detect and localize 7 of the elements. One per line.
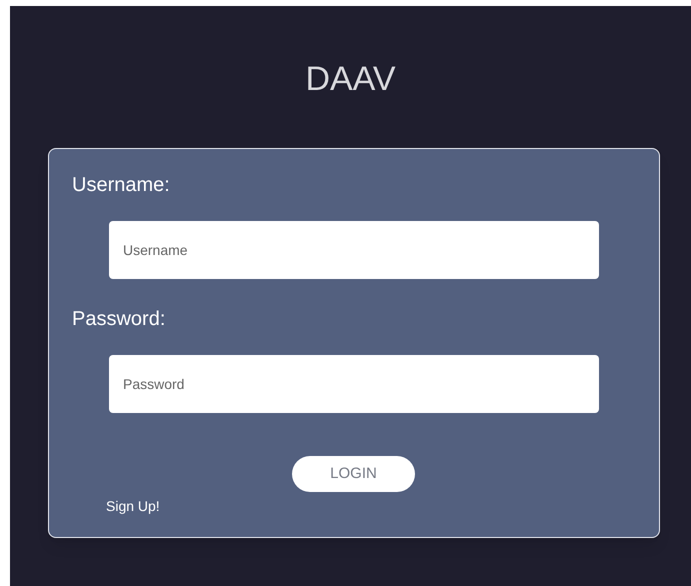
signup-link[interactable]: Sign Up! bbox=[106, 496, 160, 517]
login-button[interactable]: LOGIN bbox=[292, 456, 415, 492]
app-title: DAAV bbox=[305, 59, 396, 100]
input-field[interactable]: Password bbox=[109, 355, 599, 413]
field-label: Username: bbox=[72, 173, 170, 198]
field-label: Password: bbox=[72, 307, 166, 332]
input-field[interactable]: Username bbox=[109, 221, 599, 279]
